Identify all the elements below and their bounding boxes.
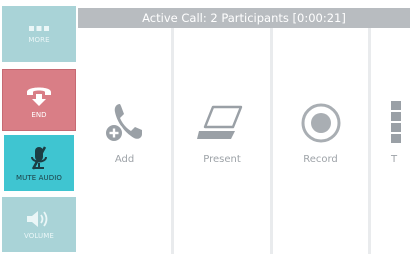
end-call-button[interactable]: END	[2, 69, 76, 131]
microphone-muted-icon	[31, 145, 47, 170]
keypad-icon	[391, 101, 401, 143]
add-call-icon	[103, 104, 142, 143]
record-label: Record	[303, 154, 338, 165]
speaker-volume-icon	[27, 211, 48, 227]
mute-audio-button[interactable]: MUTE AUDIO	[2, 133, 76, 193]
volume-label: VOLUME	[24, 232, 54, 240]
record-icon	[301, 103, 340, 143]
present-button[interactable]: Present	[174, 28, 270, 254]
mute-label: MUTE AUDIO	[16, 173, 62, 182]
call-controls-sidebar: MORE END MUTE AUDIO VOLUME	[2, 0, 76, 254]
keypad-label: T	[391, 154, 398, 165]
hang-up-icon	[27, 87, 51, 106]
call-status-title: Active Call: 2 Participants [0:00:21]	[78, 8, 410, 28]
action-tiles: Add Present Record T	[78, 28, 410, 254]
laptop-icon	[197, 105, 243, 139]
keypad-button[interactable]: T	[371, 28, 410, 254]
record-button[interactable]: Record	[273, 28, 368, 254]
volume-button[interactable]: VOLUME	[2, 197, 76, 252]
more-label: MORE	[28, 35, 50, 44]
add-label: Add	[114, 154, 135, 165]
present-label: Present	[203, 154, 241, 165]
add-participant-button[interactable]: Add	[78, 28, 171, 254]
end-label: END	[31, 110, 47, 119]
more-button[interactable]: MORE	[2, 6, 76, 62]
more-icon	[29, 25, 49, 31]
